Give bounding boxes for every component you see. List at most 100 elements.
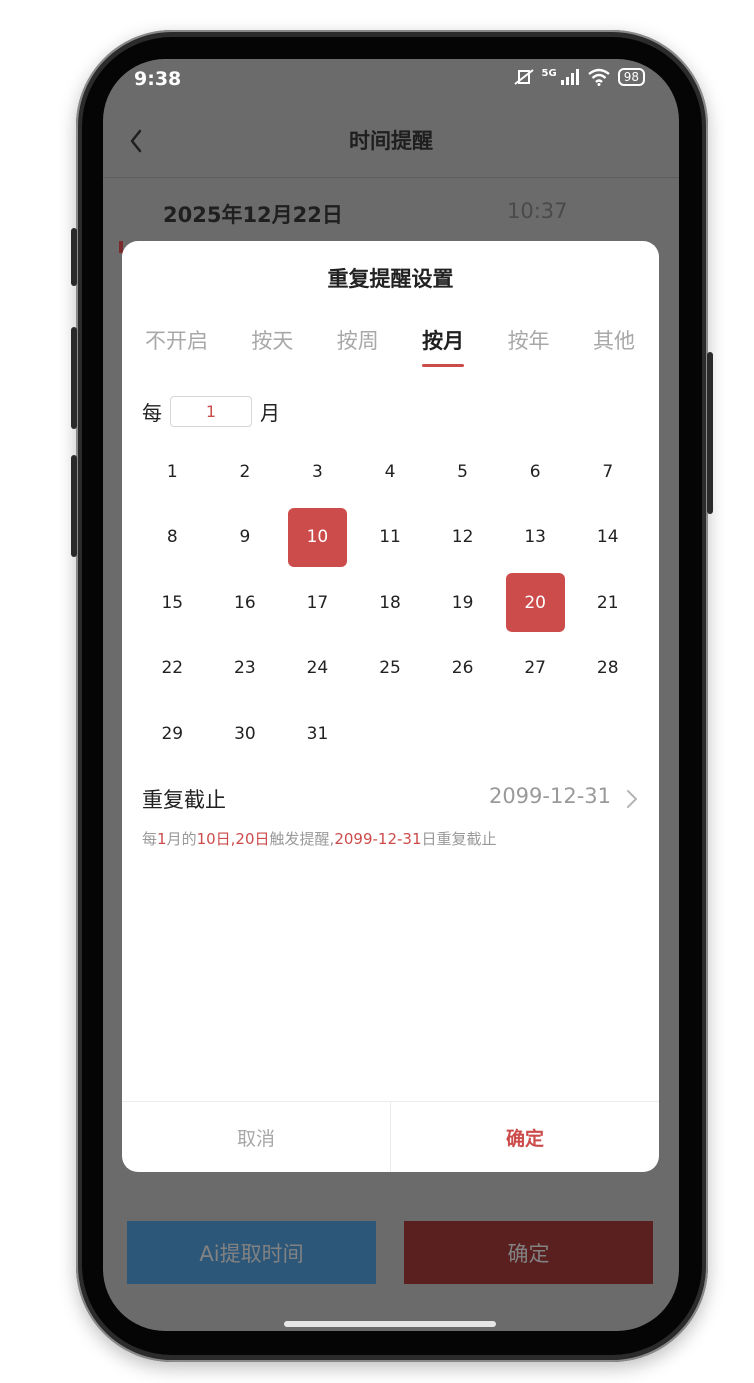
calendar-day-label: 24 xyxy=(306,658,329,679)
page-title: 时间提醒 xyxy=(349,129,433,153)
calendar-day[interactable]: 13 xyxy=(499,505,572,571)
calendar-day-label: 28 xyxy=(596,658,619,679)
calendar-day[interactable]: 30 xyxy=(209,701,282,767)
calendar-day[interactable]: 16 xyxy=(209,570,282,636)
cancel-button[interactable]: 取消 xyxy=(122,1102,391,1172)
calendar-day[interactable]: 19 xyxy=(426,570,499,636)
calendar-day-label: 9 xyxy=(239,527,251,548)
calendar-day[interactable]: 5 xyxy=(426,439,499,505)
tab-weekly[interactable]: 按周 xyxy=(337,325,379,367)
power-button xyxy=(707,352,713,514)
volume-up-button xyxy=(71,327,77,429)
tab-yearly[interactable]: 按年 xyxy=(508,325,550,367)
calendar-row: 29 30 31 xyxy=(136,701,644,767)
calendar-day-label: 1 xyxy=(166,461,178,482)
page-header: 时间提醒 xyxy=(103,103,679,179)
calendar-day-label: 4 xyxy=(384,461,396,482)
interval-suffix: 月 xyxy=(260,401,280,425)
dialog-footer: 取消 确定 xyxy=(122,1101,659,1172)
calendar-day-label: 22 xyxy=(161,658,184,679)
calendar-day-label: 14 xyxy=(596,527,619,548)
summary-highlight: 10日,20日 xyxy=(196,830,270,848)
summary-highlight: 2099-12-31 xyxy=(334,830,422,848)
mute-vibrate-icon xyxy=(513,69,534,85)
calendar-day-label: 8 xyxy=(166,527,178,548)
home-indicator[interactable] xyxy=(284,1321,496,1327)
repeat-reminder-dialog: 重复提醒设置 不开启 按天 按周 按月 按年 其他 每 1 月 12345678… xyxy=(122,241,659,1172)
calendar-day[interactable]: 18 xyxy=(354,570,427,636)
page-confirm-button[interactable]: 确定 xyxy=(404,1221,653,1284)
calendar-day-label: 25 xyxy=(379,658,401,679)
action-button xyxy=(71,228,77,286)
ok-button[interactable]: 确定 xyxy=(391,1102,659,1172)
calendar-day-label: 16 xyxy=(234,592,256,613)
calendar-day[interactable]: 14 xyxy=(571,505,644,571)
calendar-day[interactable]: 27 xyxy=(499,636,572,702)
wifi-icon xyxy=(587,68,610,86)
calendar-day-label: 21 xyxy=(596,592,619,613)
header-divider xyxy=(103,177,679,178)
calendar-row: 15 16 17 18 19 20 21 xyxy=(136,570,644,636)
calendar-day[interactable]: 21 xyxy=(571,570,644,636)
calendar-day[interactable]: 17 xyxy=(281,570,354,636)
calendar-day[interactable]: 10 xyxy=(281,505,354,571)
tab-daily[interactable]: 按天 xyxy=(251,325,293,367)
calendar-day[interactable]: 11 xyxy=(354,505,427,571)
calendar-day[interactable]: 3 xyxy=(281,439,354,505)
repeat-mode-tabs: 不开启 按天 按周 按月 按年 其他 xyxy=(145,325,635,367)
tab-off[interactable]: 不开启 xyxy=(145,325,208,367)
repeat-end-value: 2099-12-31 xyxy=(488,784,611,808)
battery-indicator: 98 xyxy=(617,68,645,86)
calendar-day[interactable]: 12 xyxy=(426,505,499,571)
tab-other[interactable]: 其他 xyxy=(593,325,635,367)
calendar-day[interactable]: 29 xyxy=(136,701,209,767)
calendar-day-label: 6 xyxy=(529,461,541,482)
summary-text: 触发提醒, xyxy=(269,830,335,848)
calendar-day[interactable]: 20 xyxy=(499,570,572,636)
calendar-row: 22 23 24 25 26 27 28 xyxy=(136,636,644,702)
calendar-day[interactable]: 28 xyxy=(571,636,644,702)
dialog-title: 重复提醒设置 xyxy=(327,267,454,291)
tab-monthly[interactable]: 按月 xyxy=(422,325,465,367)
calendar-day[interactable]: 6 xyxy=(499,439,572,505)
calendar-day-label: 15 xyxy=(161,592,184,613)
calendar-day-label: 18 xyxy=(379,592,401,613)
calendar-day[interactable]: 23 xyxy=(209,636,282,702)
calendar-day[interactable]: 1 xyxy=(136,439,209,505)
ai-extract-time-button[interactable]: Ai提取时间 xyxy=(127,1221,376,1284)
summary-text: 每 xyxy=(142,830,158,848)
calendar-day-label: 19 xyxy=(451,592,474,613)
calendar-row: 8 9 10 11 12 13 14 xyxy=(136,505,644,571)
calendar-day-label: 12 xyxy=(451,527,474,548)
calendar-day[interactable]: 22 xyxy=(136,636,209,702)
interval-input[interactable]: 1 xyxy=(170,396,252,427)
calendar-day-label: 31 xyxy=(306,723,329,744)
calendar-day[interactable]: 25 xyxy=(354,636,427,702)
volume-down-button xyxy=(71,455,77,557)
calendar-day[interactable]: 24 xyxy=(281,636,354,702)
calendar-day[interactable]: 4 xyxy=(354,439,427,505)
status-bar: 9:38 5G 98 xyxy=(103,59,679,103)
calendar-day[interactable]: 26 xyxy=(426,636,499,702)
repeat-end-label: 重复截止 xyxy=(142,788,226,812)
cell-signal-icon xyxy=(560,69,579,85)
reminder-time[interactable]: 10:37 xyxy=(507,199,568,223)
calendar-day-label: 23 xyxy=(234,658,256,679)
repeat-summary: 每1月的10日,20日触发提醒,2099-12-31日重复截止 xyxy=(142,828,497,849)
reminder-date[interactable]: 2025年12月22日 xyxy=(163,199,343,229)
calendar-day-label: 30 xyxy=(234,723,256,744)
calendar-day[interactable]: 7 xyxy=(571,439,644,505)
interval-prefix: 每 xyxy=(142,401,162,425)
calendar-day-label: 2 xyxy=(239,461,251,482)
repeat-end-row[interactable]: 重复截止 2099-12-31 xyxy=(142,784,639,814)
calendar-day-label: 20 xyxy=(505,573,565,633)
calendar-day[interactable]: 2 xyxy=(209,439,282,505)
calendar-day[interactable]: 15 xyxy=(136,570,209,636)
calendar-day-label: 3 xyxy=(312,461,323,482)
calendar-day[interactable]: 8 xyxy=(136,505,209,571)
summary-text: 月的 xyxy=(166,830,197,848)
calendar-day[interactable]: 9 xyxy=(209,505,282,571)
chevron-right-icon xyxy=(627,790,637,808)
calendar-day-label: 11 xyxy=(379,527,401,548)
calendar-day[interactable]: 31 xyxy=(281,701,354,767)
